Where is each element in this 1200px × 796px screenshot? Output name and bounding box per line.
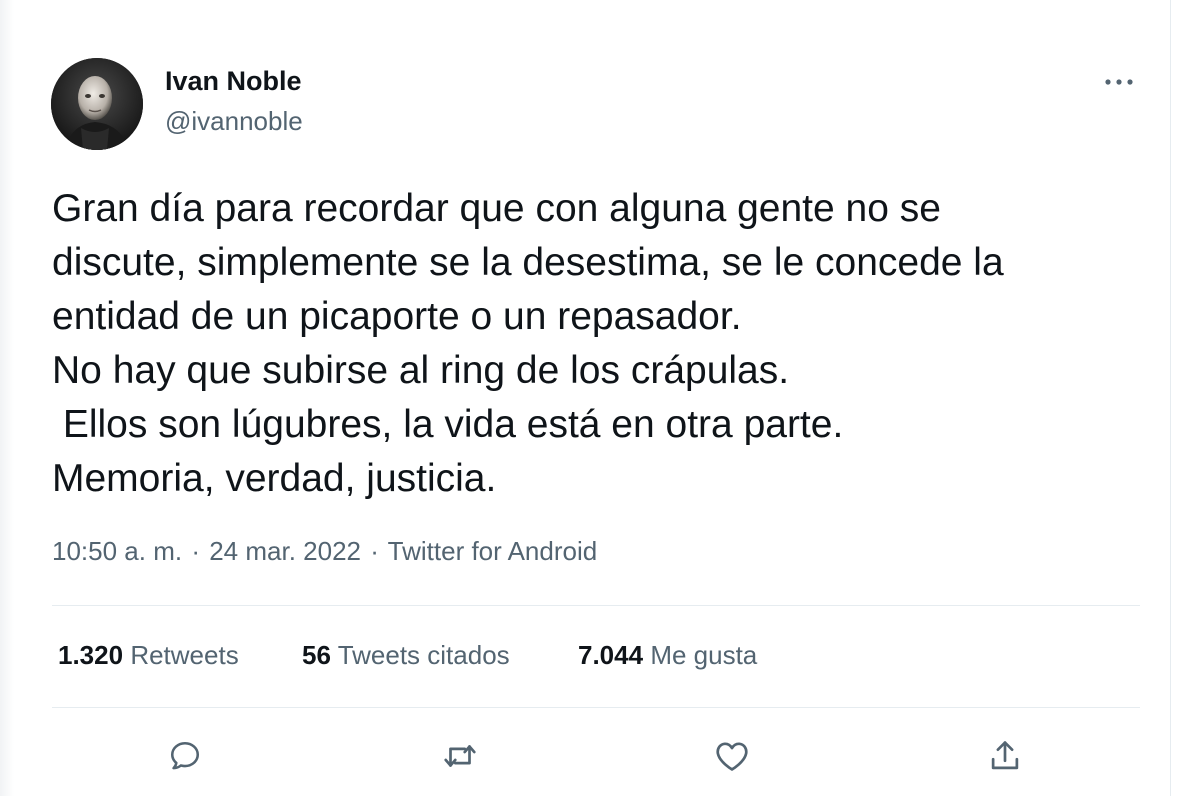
- tweet-date[interactable]: 24 mar. 2022: [209, 536, 361, 566]
- quotes-stat[interactable]: 56 Tweets citados: [302, 640, 510, 671]
- share-icon: [991, 741, 1019, 770]
- more-horizontal-icon: [1105, 79, 1133, 85]
- window-edge-left: [0, 0, 14, 796]
- like-button[interactable]: [710, 734, 754, 778]
- tweet-text-line: entidad de un picaporte o un repasador.: [52, 295, 742, 338]
- retweets-count: 1.320: [58, 640, 124, 670]
- reply-button[interactable]: [163, 734, 207, 778]
- meta-separator: ·: [370, 536, 379, 566]
- retweet-button[interactable]: [438, 734, 482, 778]
- retweet-icon: [444, 745, 476, 767]
- tweet-card: Ivan Noble @ivannoble Gran día para reco…: [0, 0, 1200, 796]
- share-button[interactable]: [983, 734, 1027, 778]
- avatar[interactable]: [51, 58, 143, 150]
- tweet-time[interactable]: 10:50 a. m.: [52, 536, 182, 566]
- tweet-source: Twitter for Android: [387, 536, 598, 566]
- reply-icon: [170, 741, 200, 770]
- author-handle[interactable]: @ivannoble: [165, 106, 303, 137]
- heart-icon: [716, 742, 748, 771]
- tweet-text-line: discute, simplemente se la desestima, se…: [52, 241, 1004, 284]
- tweet-text-line: Memoria, verdad, justicia.: [52, 457, 497, 500]
- more-options-button[interactable]: [1098, 68, 1142, 96]
- tweet-text-line: Ellos son lúgubres, la vida está en otra…: [52, 403, 844, 446]
- tweet-metadata: 10:50 a. m. · 24 mar. 2022 · Twitter for…: [52, 536, 597, 567]
- quotes-label: Tweets citados: [337, 640, 510, 670]
- retweets-label: Retweets: [130, 640, 239, 670]
- author-display-name[interactable]: Ivan Noble: [165, 66, 302, 97]
- divider: [52, 707, 1140, 708]
- likes-label: Me gusta: [650, 640, 758, 670]
- tweet-text-line: Gran día para recordar que con alguna ge…: [52, 187, 941, 230]
- quotes-count: 56: [302, 640, 331, 670]
- likes-stat[interactable]: 7.044 Me gusta: [578, 640, 757, 671]
- tweet-text: Gran día para recordar que con alguna ge…: [52, 182, 1152, 506]
- meta-separator: ·: [191, 536, 200, 566]
- divider: [52, 605, 1140, 606]
- retweets-stat[interactable]: 1.320 Retweets: [58, 640, 239, 671]
- likes-count: 7.044: [578, 640, 644, 670]
- window-edge-right: [1170, 0, 1171, 796]
- tweet-text-line: No hay que subirse al ring de los crápul…: [52, 349, 790, 392]
- avatar-photo: [51, 58, 143, 150]
